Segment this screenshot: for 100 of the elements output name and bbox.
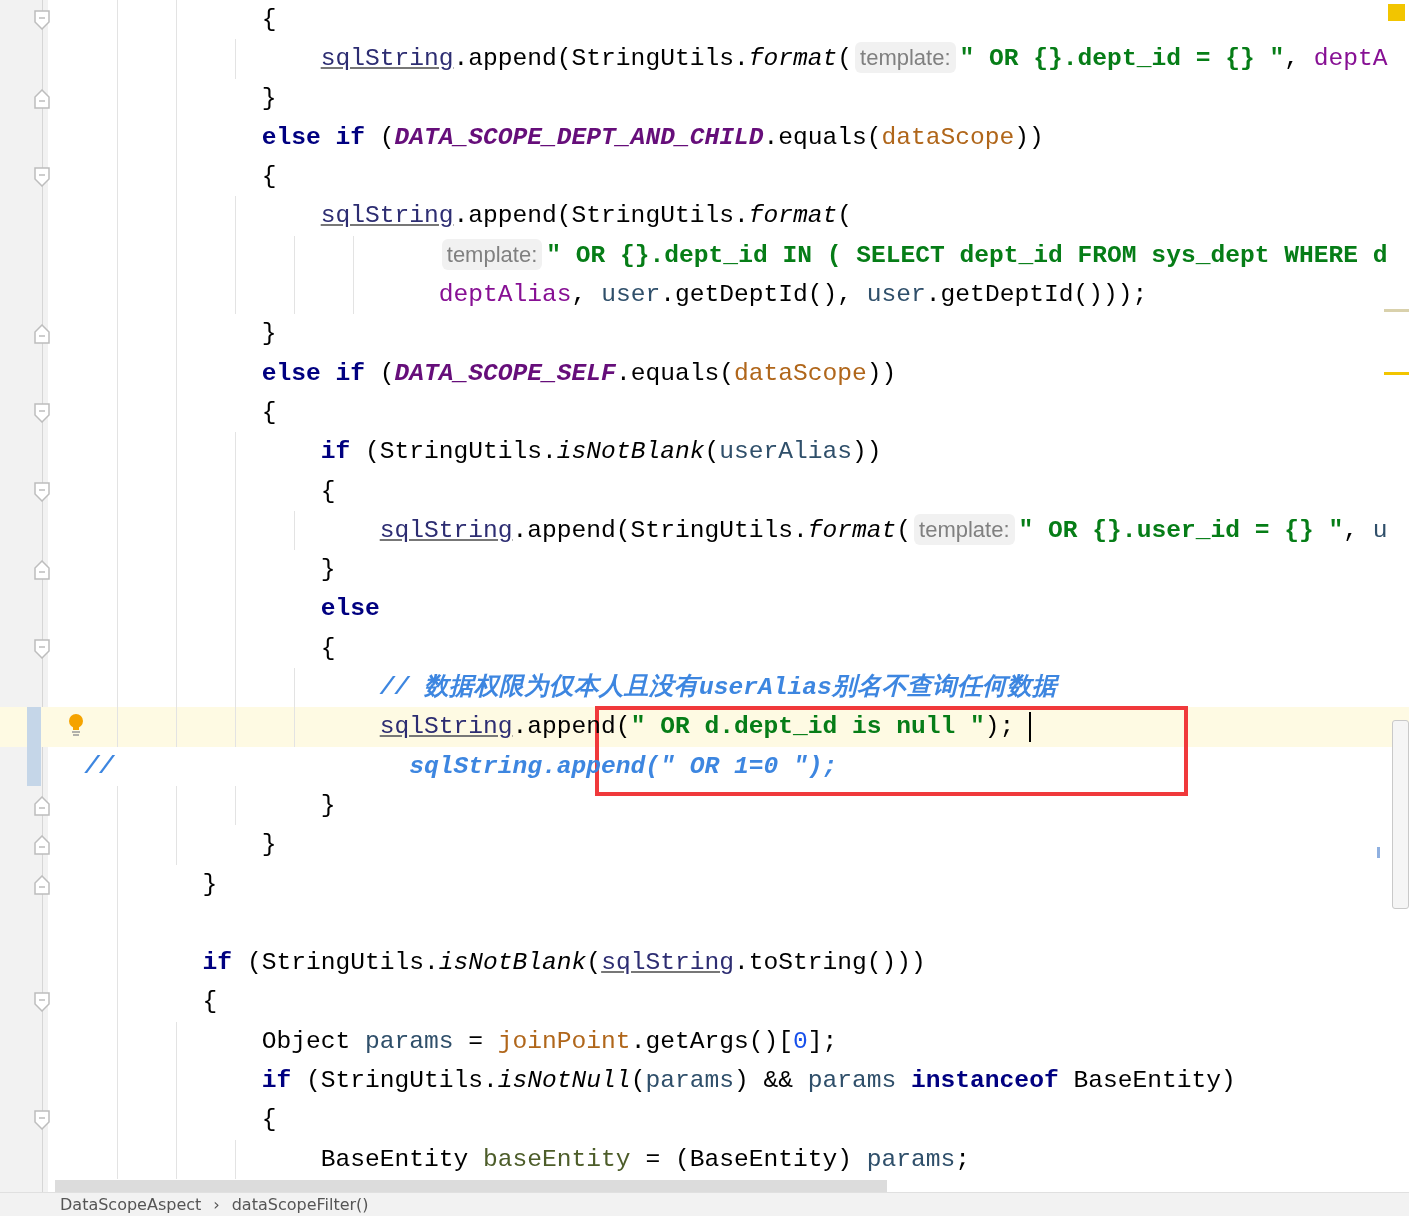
variable-name: params xyxy=(645,1067,734,1094)
code-text: ( xyxy=(704,438,720,466)
separator-icon: › xyxy=(213,1193,220,1216)
code-text: { xyxy=(261,398,277,426)
breadcrumb-item[interactable]: dataScopeFilter() xyxy=(231,1193,369,1216)
keyword: if xyxy=(320,438,351,466)
variable-name: sqlString xyxy=(379,516,513,544)
code-text: { xyxy=(320,634,336,662)
code-text: } xyxy=(202,870,218,898)
variable-name: sqlString xyxy=(601,949,734,977)
parameter-name: dataScope xyxy=(881,123,1015,151)
variable-name: sqlString xyxy=(320,202,454,230)
code-text: .getArgs()[ xyxy=(630,1027,793,1055)
code-text: { xyxy=(261,163,277,191)
change-marker[interactable] xyxy=(1377,847,1380,858)
code-text: , xyxy=(571,281,588,309)
fold-icon[interactable] xyxy=(34,167,50,188)
warning-marker[interactable] xyxy=(1384,372,1409,375)
code-text: , xyxy=(1284,45,1300,73)
code-text: ); xyxy=(984,713,1015,741)
code-text: { xyxy=(261,1106,277,1134)
code-text: { xyxy=(202,988,218,1016)
code-text: ( xyxy=(378,123,395,151)
code-text: .equals( xyxy=(615,359,734,387)
code-text: ( xyxy=(896,516,912,544)
code-text: , xyxy=(1343,516,1360,544)
keyword: if xyxy=(261,1067,292,1094)
code-text: ; xyxy=(955,1145,971,1173)
code-text: ( xyxy=(837,202,853,230)
string-literal: " OR {}.dept_id IN ( SELECT dept_id FROM sys_dept WHERE d xyxy=(546,241,1388,269)
code-text: } xyxy=(320,556,336,584)
keyword: if xyxy=(202,949,233,977)
variable-name: sqlString xyxy=(320,45,454,73)
string-literal: " OR {}.user_id = {} " xyxy=(1018,516,1344,544)
code-text: (StringUtils. xyxy=(245,949,439,977)
code-text: )) xyxy=(1014,123,1044,151)
code-text: ( xyxy=(630,1067,646,1094)
constant-name: DATA_SCOPE_SELF xyxy=(394,359,616,387)
variable-name: sqlString xyxy=(379,713,513,741)
code-text: .append(StringUtils. xyxy=(453,202,749,230)
warning-marker[interactable] xyxy=(1388,4,1405,21)
variable-name: user xyxy=(601,281,661,309)
number-literal: 0 xyxy=(793,1027,808,1055)
code-text: .append(StringUtils. xyxy=(512,516,808,544)
text-cursor xyxy=(1029,711,1032,742)
fold-icon[interactable] xyxy=(34,402,50,423)
code-text: BaseEntity xyxy=(320,1145,470,1173)
inlay-hint: template: xyxy=(855,42,956,74)
fold-icon[interactable] xyxy=(34,638,50,659)
code-text: BaseEntity) xyxy=(1072,1067,1236,1094)
keyword: else if xyxy=(261,123,365,151)
inlay-hint: template: xyxy=(914,513,1015,545)
method-name: isNotBlank xyxy=(556,438,705,466)
code-text: { xyxy=(261,6,277,33)
code-text: } xyxy=(261,320,277,348)
parameter-name: dataScope xyxy=(733,359,867,387)
code-text: .getDeptId(), xyxy=(660,281,854,309)
string-literal: " OR d.dept_id is null " xyxy=(630,713,985,741)
variable-name: user xyxy=(866,281,926,309)
code-text: )) xyxy=(852,438,882,466)
variable-name: baseEntity xyxy=(483,1145,631,1173)
code-text: } xyxy=(261,831,277,859)
code-text: } xyxy=(320,791,336,819)
code-text: .toString())) xyxy=(733,949,926,977)
inlay-hint: template: xyxy=(441,238,543,270)
breadcrumb-item[interactable]: DataScopeAspect xyxy=(60,1193,202,1216)
code-text: ( xyxy=(378,359,395,387)
code-text: .append(StringUtils. xyxy=(453,45,749,73)
vertical-scrollbar[interactable] xyxy=(1392,720,1409,909)
string-literal: " OR {}.dept_id = {} " xyxy=(959,45,1285,73)
code-text: .getDeptId())); xyxy=(925,281,1148,309)
variable-name: userAlias xyxy=(719,438,853,466)
keyword: else if xyxy=(261,359,365,387)
constant-name: DATA_SCOPE_DEPT_AND_CHILD xyxy=(394,123,764,151)
code-text: ( xyxy=(837,45,853,73)
variable-name: params xyxy=(866,1145,956,1173)
keyword: instanceof xyxy=(911,1067,1059,1094)
field-name: deptA xyxy=(1313,45,1388,73)
method-name: isNotNull xyxy=(497,1067,631,1094)
method-name: format xyxy=(807,516,897,544)
lightbulb-icon[interactable] xyxy=(68,713,84,738)
fold-icon[interactable] xyxy=(34,481,50,502)
horizontal-scrollbar[interactable] xyxy=(55,1180,887,1192)
code-text: = xyxy=(467,1027,485,1055)
code-text: ( xyxy=(586,949,602,977)
method-name: format xyxy=(748,45,838,73)
fold-icon[interactable] xyxy=(34,992,50,1013)
parameter-name: joinPoint xyxy=(497,1027,631,1055)
method-name: format xyxy=(748,202,838,230)
variable-name: params xyxy=(364,1027,454,1055)
fold-icon[interactable] xyxy=(34,10,50,30)
fold-icon[interactable] xyxy=(34,1110,50,1131)
field-name: deptAlias xyxy=(438,281,572,309)
code-text: Object xyxy=(261,1027,352,1055)
code-text: = (BaseEntity) xyxy=(644,1145,854,1173)
code-text: (StringUtils. xyxy=(304,1067,498,1094)
warning-marker[interactable] xyxy=(1384,309,1409,312)
code-text: } xyxy=(261,84,277,112)
code-text: .equals( xyxy=(763,123,882,151)
keyword: else xyxy=(320,595,380,623)
